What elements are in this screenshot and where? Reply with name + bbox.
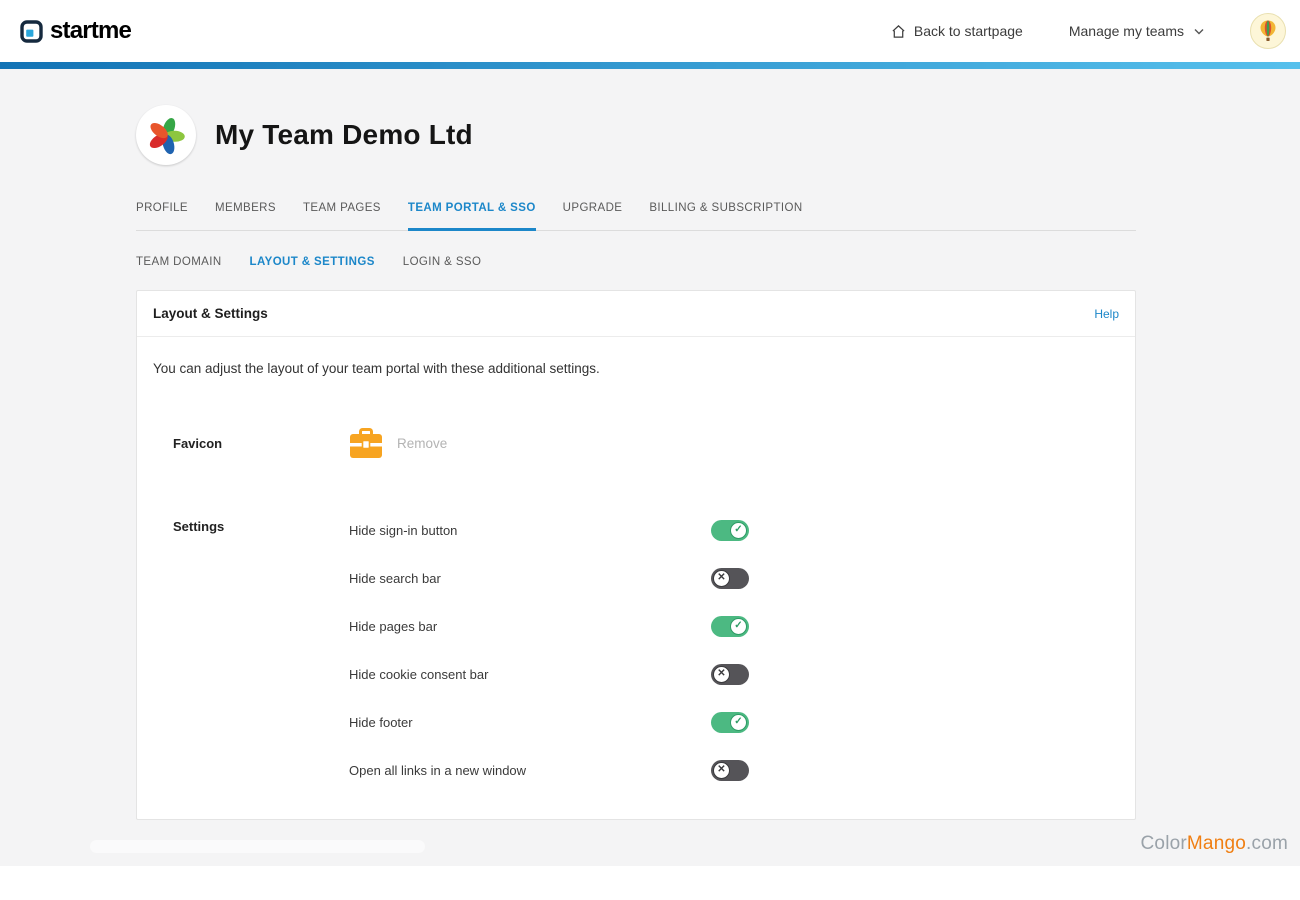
subtab-login-sso[interactable]: LOGIN & SSO	[403, 256, 482, 268]
startme-logo-icon	[20, 20, 43, 43]
setting-row-hide-search-bar: Hide search bar✕	[349, 567, 1119, 589]
toggle-hide-pages-bar-on[interactable]: ✓	[711, 616, 749, 637]
setting-row-open-all-links-in-a-new-window: Open all links in a new window✕	[349, 759, 1119, 781]
setting-label: Hide cookie consent bar	[349, 667, 711, 682]
toggle-hide-search-bar-off[interactable]: ✕	[711, 568, 749, 589]
favicon-label: Favicon	[173, 436, 349, 459]
setting-label: Open all links in a new window	[349, 763, 711, 778]
favicon-row: Favicon Remove	[153, 436, 1119, 459]
topbar-right: Back to startpage Manage my teams	[891, 13, 1286, 49]
favicon-remove-link[interactable]: Remove	[397, 436, 447, 451]
help-link[interactable]: Help	[1094, 307, 1119, 321]
startme-logo[interactable]: startme	[20, 17, 131, 45]
check-icon: ✓	[730, 522, 747, 539]
settings-description: You can adjust the layout of your team p…	[153, 361, 1119, 376]
manage-teams-label: Manage my teams	[1069, 23, 1184, 39]
portal-subtabs: TEAM DOMAIN LAYOUT & SETTINGS LOGIN & SSO	[136, 256, 1136, 268]
toggle-hide-footer-on[interactable]: ✓	[711, 712, 749, 733]
setting-row-hide-footer: Hide footer ✓	[349, 711, 1119, 733]
watermark-bar	[90, 840, 425, 853]
card-header: Layout & Settings Help	[137, 291, 1135, 337]
x-icon: ✕	[713, 570, 730, 587]
footer-space	[0, 866, 1300, 900]
team-header: My Team Demo Ltd	[136, 69, 1136, 165]
toggle-hide-sign-in-button-on[interactable]: ✓	[711, 520, 749, 541]
toggle-open-all-links-in-a-new-window-off[interactable]: ✕	[711, 760, 749, 781]
top-header: startme Back to startpage Manage my team…	[0, 0, 1300, 62]
tab-members[interactable]: MEMBERS	[215, 196, 276, 231]
tab-profile[interactable]: PROFILE	[136, 196, 188, 231]
settings-row: Settings Hide sign-in button ✓ Hide search…	[153, 519, 1119, 781]
team-avatar	[136, 105, 196, 165]
card-body: You can adjust the layout of your team p…	[137, 337, 1135, 819]
back-link-label: Back to startpage	[914, 23, 1023, 39]
pinwheel-logo-icon	[144, 113, 188, 157]
setting-row-hide-pages-bar: Hide pages bar ✓	[349, 615, 1119, 637]
toggle-list: Hide sign-in button✓Hide search bar✕Hide…	[349, 519, 1119, 781]
startme-logo-text: startme	[50, 17, 131, 45]
card-title: Layout & Settings	[153, 306, 268, 321]
setting-label: Hide sign-in button	[349, 523, 711, 538]
tab-billing-subscription[interactable]: BILLING & SUBSCRIPTION	[649, 196, 802, 231]
subtab-team-domain[interactable]: TEAM DOMAIN	[136, 256, 222, 268]
back-to-startpage-link[interactable]: Back to startpage	[891, 23, 1023, 39]
favicon-preview-icon	[349, 428, 383, 459]
setting-label: Hide pages bar	[349, 619, 711, 634]
chevron-down-icon	[1194, 28, 1204, 35]
team-tabs: PROFILE MEMBERS TEAM PAGES TEAM PORTAL & SS…	[136, 196, 1136, 231]
check-icon: ✓	[730, 714, 747, 731]
colormango-watermark: ColorMango.com	[1141, 833, 1289, 855]
x-icon: ✕	[713, 666, 730, 683]
tab-upgrade[interactable]: UPGRADE	[563, 196, 623, 231]
main-content: My Team Demo Ltd PROFILE MEMBERS TEAM PAGE…	[0, 69, 1300, 866]
setting-row-hide-cookie-consent-bar: Hide cookie consent bar✕	[349, 663, 1119, 685]
check-icon: ✓	[730, 618, 747, 635]
page-title: My Team Demo Ltd	[215, 119, 473, 151]
watermark-suffix: .com	[1246, 833, 1288, 854]
watermark-prefix: Color	[1141, 833, 1187, 854]
setting-label: Hide footer	[349, 715, 711, 730]
home-icon	[891, 24, 906, 39]
balloon-avatar-icon	[1256, 19, 1280, 43]
toggle-hide-cookie-consent-bar-off[interactable]: ✕	[711, 664, 749, 685]
settings-label: Settings	[173, 519, 349, 781]
setting-row-hide-sign-in-button: Hide sign-in button ✓	[349, 519, 1119, 541]
tab-team-portal-sso[interactable]: TEAM PORTAL & SSO	[408, 196, 536, 231]
tab-team-pages[interactable]: TEAM PAGES	[303, 196, 381, 231]
subtab-layout-settings[interactable]: LAYOUT & SETTINGS	[250, 256, 375, 268]
user-avatar[interactable]	[1250, 13, 1286, 49]
setting-label: Hide search bar	[349, 571, 711, 586]
x-icon: ✕	[713, 762, 730, 779]
header-accent-bar	[0, 62, 1300, 69]
manage-my-teams-dropdown[interactable]: Manage my teams	[1069, 23, 1204, 39]
layout-settings-card: Layout & Settings Help You can adjust th…	[136, 290, 1136, 820]
watermark-accent: Mango	[1187, 833, 1246, 854]
